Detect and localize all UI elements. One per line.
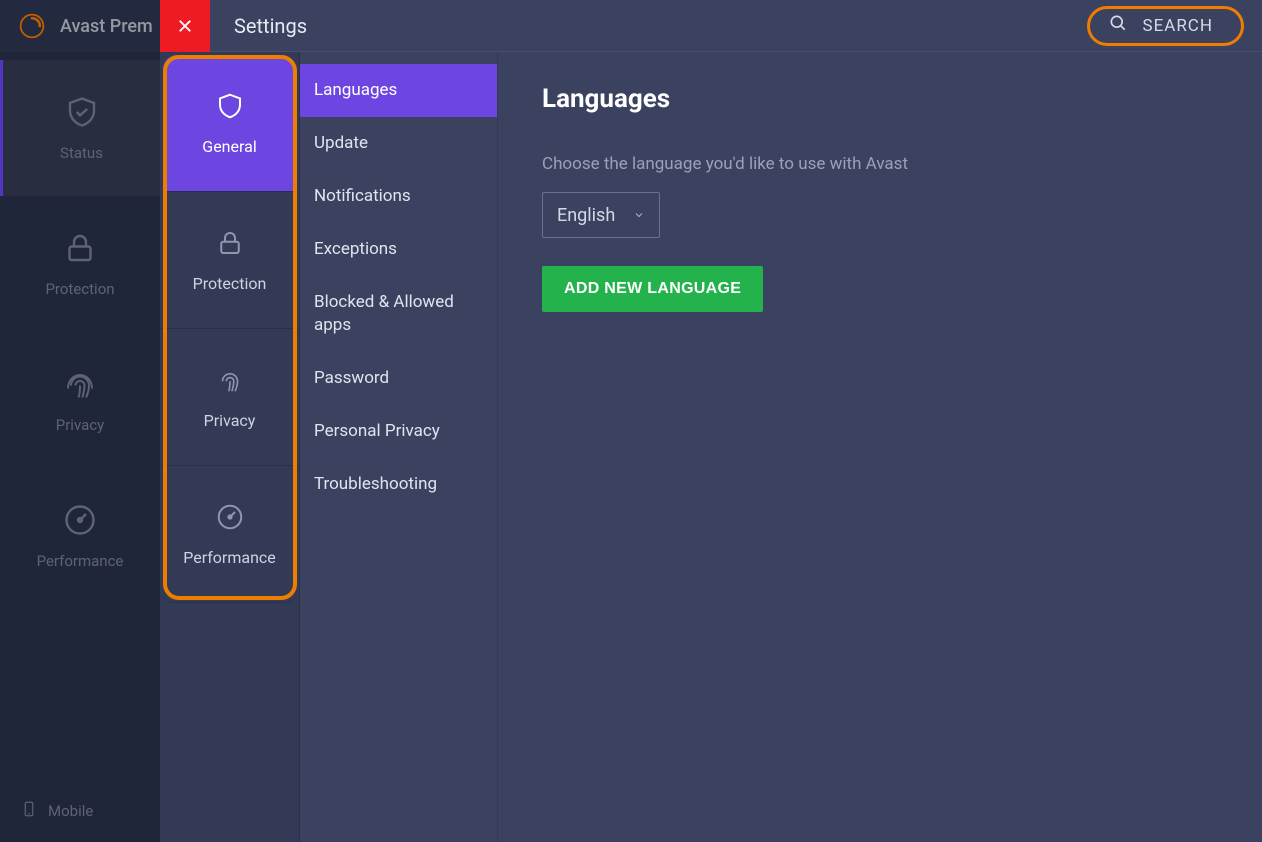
- add-new-language-button[interactable]: ADD NEW LANGUAGE: [542, 266, 763, 312]
- fingerprint-icon: [215, 365, 245, 395]
- close-button[interactable]: [160, 0, 210, 52]
- main-sidebar-item-status[interactable]: Status: [0, 60, 160, 196]
- subnav-update[interactable]: Update: [300, 117, 497, 170]
- content-description: Choose the language you'd like to use wi…: [542, 154, 1218, 174]
- chevron-down-icon: [633, 205, 645, 226]
- search-icon: [1108, 13, 1128, 38]
- category-label: Privacy: [204, 411, 256, 430]
- main-sidebar-label: Protection: [45, 280, 114, 298]
- main-sidebar-item-privacy[interactable]: Privacy: [0, 332, 160, 468]
- main-sidebar-label: Status: [60, 144, 103, 162]
- category-label: General: [202, 137, 256, 156]
- fingerprint-icon: [62, 366, 98, 402]
- main-sidebar-mobile[interactable]: Mobile: [0, 780, 160, 842]
- settings-header: Settings SEARCH: [160, 0, 1262, 52]
- content-heading: Languages: [542, 84, 1218, 114]
- category-label: Performance: [183, 548, 276, 567]
- main-sidebar-item-performance[interactable]: Performance: [0, 468, 160, 604]
- settings-content: Languages Choose the language you'd like…: [498, 52, 1262, 842]
- subnav-notifications[interactable]: Notifications: [300, 170, 497, 223]
- category-privacy[interactable]: Privacy: [160, 329, 299, 466]
- category-general[interactable]: General: [163, 55, 296, 192]
- subnav-personal-privacy[interactable]: Personal Privacy: [300, 405, 497, 458]
- gauge-icon: [215, 502, 245, 532]
- category-label: Protection: [193, 274, 267, 293]
- subnav-password[interactable]: Password: [300, 352, 497, 405]
- settings-body: General Protection Privacy Performance L…: [160, 52, 1262, 842]
- mobile-label: Mobile: [48, 802, 93, 820]
- category-protection[interactable]: Protection: [160, 192, 299, 329]
- lock-icon: [215, 228, 245, 258]
- main-sidebar-item-protection[interactable]: Protection: [0, 196, 160, 332]
- settings-category-column: General Protection Privacy Performance: [160, 52, 300, 842]
- category-performance[interactable]: Performance: [160, 466, 299, 603]
- language-select-value: English: [557, 205, 615, 226]
- avast-logo-icon: [18, 12, 46, 40]
- main-sidebar-label: Performance: [37, 552, 124, 570]
- shield-icon: [215, 91, 245, 121]
- subnav-blocked-allowed-apps[interactable]: Blocked & Allowed apps: [300, 276, 497, 352]
- settings-subnav: Languages Update Notifications Exception…: [300, 52, 498, 842]
- gauge-icon: [62, 502, 98, 538]
- product-name: Avast Prem: [60, 16, 153, 37]
- subnav-exceptions[interactable]: Exceptions: [300, 223, 497, 276]
- main-sidebar-label: Privacy: [56, 416, 104, 434]
- lock-icon: [62, 230, 98, 266]
- subnav-languages[interactable]: Languages: [300, 64, 497, 117]
- search-button[interactable]: SEARCH: [1087, 6, 1244, 46]
- settings-title: Settings: [234, 14, 307, 38]
- mobile-icon: [20, 800, 38, 822]
- search-label: SEARCH: [1142, 16, 1213, 36]
- subnav-troubleshooting[interactable]: Troubleshooting: [300, 458, 497, 511]
- settings-panel: Settings SEARCH General Protection Priva…: [160, 0, 1262, 842]
- language-select[interactable]: English: [542, 192, 660, 238]
- shield-check-icon: [64, 94, 100, 130]
- main-sidebar: Status Protection Privacy Performance Mo…: [0, 52, 160, 842]
